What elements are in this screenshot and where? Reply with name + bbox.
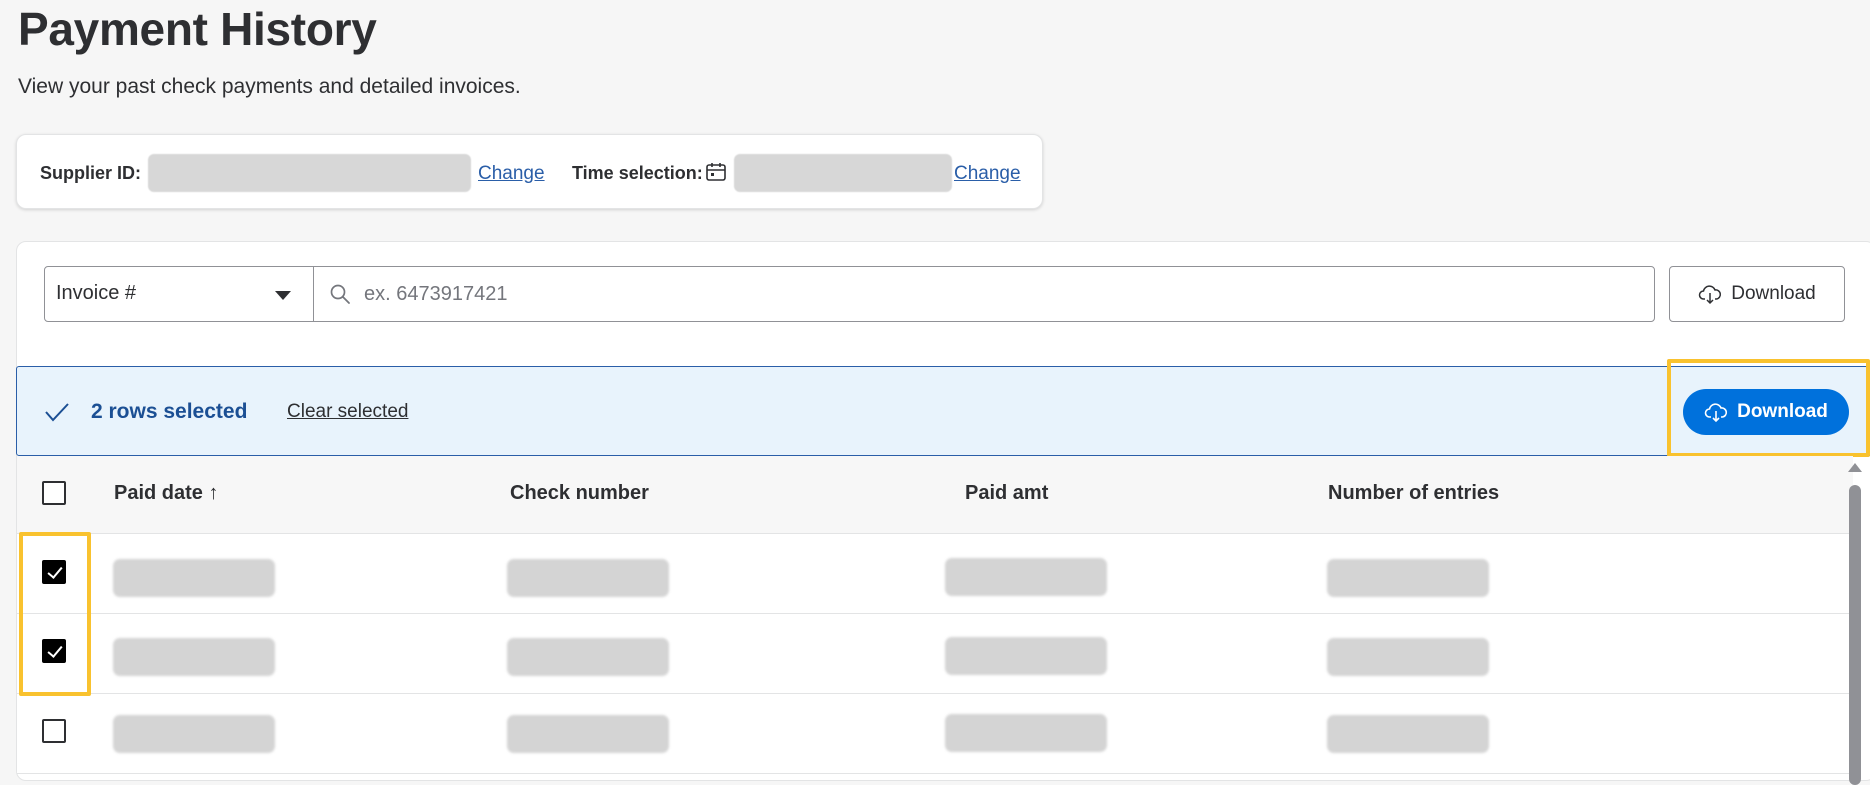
sort-ascending-icon: ↑ xyxy=(208,482,219,504)
search-box[interactable] xyxy=(313,266,1655,322)
select-all-checkbox[interactable] xyxy=(42,481,66,505)
search-icon xyxy=(330,284,350,304)
download-button-label: Download xyxy=(1731,283,1816,304)
number-of-entries-cell xyxy=(1327,715,1489,753)
column-header-number-of-entries[interactable]: Number of entries xyxy=(1328,482,1499,505)
cloud-download-icon xyxy=(1699,285,1722,305)
check-icon xyxy=(45,403,69,422)
time-selection-value xyxy=(734,154,952,192)
row-checkbox-highlight xyxy=(19,532,91,696)
page-title: Payment History xyxy=(18,3,377,55)
paid-date-cell xyxy=(113,559,275,597)
check-number-cell xyxy=(507,559,669,597)
scrollbar-thumb[interactable] xyxy=(1849,485,1861,785)
column-header-paid-amt[interactable]: Paid amt xyxy=(965,482,1048,505)
paid-date-cell xyxy=(113,715,275,753)
table-row[interactable] xyxy=(17,535,1853,614)
number-of-entries-cell xyxy=(1327,638,1489,676)
check-number-cell xyxy=(507,715,669,753)
download-button[interactable]: Download xyxy=(1669,266,1845,322)
time-change-link[interactable]: Change xyxy=(954,163,1021,185)
filter-card: Supplier ID: Change Time selection: Chan… xyxy=(16,134,1043,209)
column-header-check-number[interactable]: Check number xyxy=(510,482,649,505)
column-header-paid-date[interactable]: Paid date ↑ xyxy=(114,482,218,505)
paid-date-cell xyxy=(113,638,275,676)
table-row[interactable] xyxy=(17,695,1853,774)
time-selection-label: Time selection: xyxy=(572,163,703,183)
download-selected-label: Download xyxy=(1737,401,1828,422)
supplier-id-value xyxy=(148,154,471,192)
paid-amt-cell xyxy=(945,714,1107,752)
paid-amt-cell xyxy=(945,637,1107,675)
page-subtitle: View your past check payments and detail… xyxy=(18,75,521,98)
supplier-change-link[interactable]: Change xyxy=(478,163,545,185)
check-number-cell xyxy=(507,638,669,676)
search-input[interactable] xyxy=(362,279,1632,309)
clear-selected-link[interactable]: Clear selected xyxy=(287,401,408,423)
download-selected-button[interactable]: Download xyxy=(1683,389,1849,435)
number-of-entries-cell xyxy=(1327,559,1489,597)
paid-amt-cell xyxy=(945,558,1107,596)
table-row[interactable] xyxy=(17,615,1853,694)
supplier-id-label: Supplier ID: xyxy=(40,163,142,183)
selection-bar: 2 rows selected Clear selected xyxy=(16,366,1870,456)
payment-table-card: Invoice # Download 2 rows selected Clear… xyxy=(16,241,1870,785)
cloud-download-icon xyxy=(1704,403,1728,423)
rows-selected-count: 2 rows selected xyxy=(91,400,248,423)
caret-down-icon xyxy=(275,291,291,300)
scroll-up-arrow[interactable] xyxy=(1848,463,1862,472)
table-header: Paid date ↑ Check number Paid amt Number… xyxy=(17,456,1853,534)
calendar-icon xyxy=(706,163,726,181)
row-checkbox[interactable] xyxy=(42,719,66,743)
search-type-select[interactable]: Invoice # xyxy=(44,266,314,322)
search-type-value: Invoice # xyxy=(56,282,137,304)
